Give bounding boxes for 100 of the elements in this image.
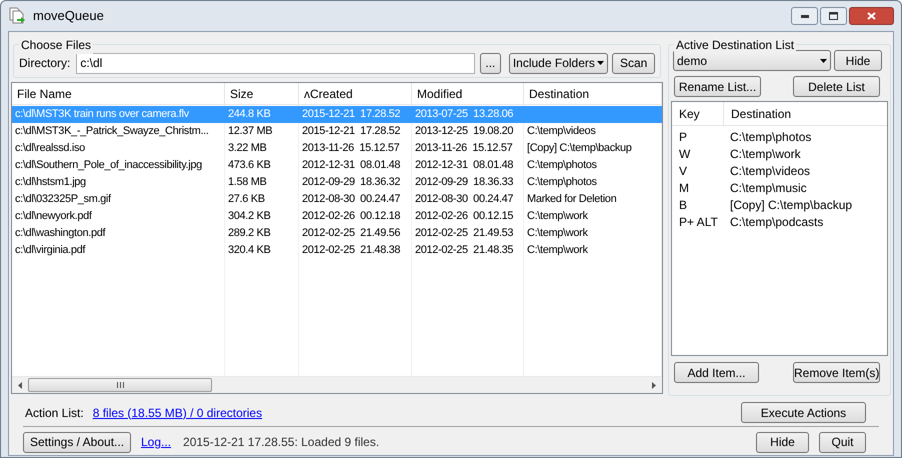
table-cell-text: 289.2 KB — [228, 226, 270, 242]
table-cell-text: 27.6 KB — [228, 192, 265, 208]
table-cell-text: c:\dl\realssd.iso — [15, 141, 85, 156]
minimize-button[interactable] — [791, 7, 818, 25]
table-cell-text: 2012-02-25 21.48.35 — [415, 243, 514, 258]
filter-dropdown[interactable]: Include Folders — [508, 52, 608, 74]
destination-cell-text: C:\temp\podcasts — [729, 214, 824, 230]
destination-cell-text: C:\temp\photos — [729, 128, 812, 146]
key-cell-text: P+ ALT — [678, 214, 719, 230]
maximize-icon — [829, 12, 838, 20]
table-cell-text: C:\temp\work — [527, 243, 588, 258]
table-cell-text: 2013-11-26 15.12.57 — [302, 141, 400, 156]
table-row[interactable]: c:\dl\virginia.pdf 320.4 KB 2012-02-25 21.48.38 2012-02-25 21.48.35 C:\temp\work — [12, 242, 662, 259]
grip-icon — [116, 382, 124, 388]
table-row[interactable]: c:\dl\newyork.pdf 304.2 KB 2012-02-26 00.12.18 2012-02-26 00.12.15 C:\temp\work — [12, 208, 662, 225]
minimize-icon — [800, 14, 808, 18]
table-cell-text: c:\dl\hstsm1.jpg — [15, 175, 86, 190]
column-header[interactable]: Modified — [412, 83, 524, 104]
table-cell-text: C:\temp\videos — [527, 124, 596, 140]
hide-button[interactable]: Hide — [834, 50, 882, 71]
scrollbar-thumb[interactable] — [28, 378, 212, 392]
horizontal-scrollbar[interactable] — [12, 376, 662, 393]
table-cell-text: 2015-12-21 17.28.52 — [302, 124, 400, 140]
execute-actions-button[interactable]: Execute Actions — [741, 402, 866, 423]
table-cell-text: c:\dl\MST3K_-_Patrick_Swayze_Christm... — [15, 124, 209, 140]
table-cell-text: 2013-11-26 15.12.57 — [415, 141, 512, 156]
column-header[interactable]: Key — [672, 102, 724, 125]
table-row[interactable]: c:\dl\hstsm1.jpg 1.58 MB 2012-09-29 18.36.32 2012-09-29 18.36.33 C:\temp\photos — [12, 174, 662, 191]
log-link[interactable]: Log... — [141, 433, 172, 451]
table-cell-text: 12.37 MB — [228, 124, 272, 140]
close-icon — [867, 12, 876, 20]
table-cell-text: c:\dl\MST3K train runs over camera.flv — [15, 107, 189, 122]
scroll-right-icon — [652, 382, 656, 388]
scroll-left-icon — [18, 382, 22, 388]
column-header[interactable]: Destination — [724, 102, 887, 125]
remove-items-button[interactable]: Remove Item(s) — [793, 362, 880, 383]
table-cell-text: 304.2 KB — [228, 209, 270, 224]
dropdown-arrow-icon — [597, 61, 604, 65]
action-summary-link[interactable]: 8 files (18.55 MB) / 0 directories — [92, 404, 262, 422]
table-cell-text: 1.58 MB — [228, 175, 267, 190]
table-cell-text: 2012-02-25 21.49.56 — [302, 226, 400, 242]
table-row[interactable]: c:\dl\realssd.iso 3.22 MB 2013-11-26 15.12.57 2013-11-26 15.12.57 [Copy] C:\temp\backup — [12, 140, 662, 157]
column-header[interactable]: Size — [225, 83, 299, 104]
table-cell-text: 2012-08-30 00.24.47 — [302, 192, 400, 208]
column-header[interactable]: File Name — [12, 83, 225, 104]
scan-button[interactable]: Scan — [612, 52, 656, 74]
directory-label: Directory: — [19, 55, 70, 72]
key-cell-text: P — [678, 128, 688, 146]
table-cell-text: c:\dl\032325P_sm.gif — [15, 192, 111, 208]
table-cell-text: C:\temp\photos — [527, 175, 597, 190]
destination-cell-text: C:\temp\work — [729, 146, 802, 162]
table-row[interactable]: c:\dl\MST3K_-_Patrick_Swayze_Christm... 12.37 MB 2015-12-21 17.28.52 2013-12-25 19.08.20 C:\temp\videos — [12, 123, 662, 140]
directory-field[interactable]: c:\dl — [76, 52, 475, 74]
table-cell-text: 2012-09-29 18.36.33 — [415, 175, 514, 190]
close-button[interactable] — [849, 7, 894, 25]
table-row[interactable]: c:\dl\Southern_Pole_of_inaccessibility.jpg 473.6 KB 2012-12-31 08.01.48 2012-12-31 08.01.48 C:\temp\photos — [12, 157, 662, 174]
table-cell-text: c:\dl\Southern_Pole_of_inaccessibility.jpg — [15, 158, 202, 174]
destination-cell-text: [Copy] C:\temp\backup — [729, 196, 854, 214]
key-cell-text: W — [678, 146, 692, 162]
table-cell-text: c:\dl\washington.pdf — [15, 226, 106, 242]
table-cell-text: C:\temp\photos — [527, 158, 597, 174]
table-cell-text: c:\dl\newyork.pdf — [15, 209, 92, 224]
browse-button[interactable]: ... — [480, 52, 501, 74]
table-cell-text: c:\dl\virginia.pdf — [15, 243, 86, 258]
maximize-button[interactable] — [820, 7, 847, 25]
add-item-button[interactable]: Add Item... — [674, 362, 759, 383]
table-cell-text: 2015-12-21 17.28.52 — [302, 107, 400, 122]
key-cell-text: V — [678, 162, 688, 180]
table-cell-text: 2012-02-26 00.12.15 — [415, 209, 514, 224]
hide-window-button[interactable]: Hide — [756, 432, 809, 452]
table-cell-text: 473.6 KB — [228, 158, 270, 174]
delete-list-button[interactable]: Delete List — [793, 76, 880, 97]
table-cell-text: [Copy] C:\temp\backup — [527, 141, 632, 156]
action-list-label: Action List: — [25, 404, 84, 422]
table-cell-text: 2013-12-25 19.08.20 — [415, 124, 514, 140]
status-text: 2015-12-21 17.28.55: Loaded 9 files. — [183, 434, 380, 451]
table-cell-text: 2012-02-25 21.49.53 — [415, 226, 514, 242]
table-cell-text: 2012-08-30 00.24.47 — [415, 192, 514, 208]
destination-cell-text: C:\temp\videos — [729, 162, 812, 180]
table-cell-text: C:\temp\work — [527, 209, 588, 224]
window-title: moveQueue — [33, 7, 104, 26]
table-cell-text: 2012-02-25 21.48.38 — [302, 243, 400, 258]
table-cell-text: Marked for Deletion — [527, 192, 616, 208]
table-cell-text: 2012-09-29 18.36.32 — [302, 175, 400, 190]
table-cell-text: 2012-02-26 00.12.18 — [302, 209, 400, 224]
quit-button[interactable]: Quit — [819, 432, 866, 452]
destination-cell-text: C:\temp\music — [729, 180, 808, 196]
column-header[interactable]: ʌCreated — [299, 83, 412, 104]
key-cell-text: M — [678, 180, 690, 196]
dropdown-arrow-icon — [820, 58, 827, 62]
table-cell-text: 244.8 KB — [228, 107, 270, 122]
table-cell-text: 2012-12-31 08.01.48 — [415, 158, 514, 174]
settings-button[interactable]: Settings / About... — [23, 432, 131, 452]
rename-list-button[interactable]: Rename List... — [674, 76, 761, 97]
app-icon — [9, 7, 25, 25]
table-row[interactable]: c:\dl\032325P_sm.gif 27.6 KB 2012-08-30 00.24.47 2012-08-30 00.24.47 Marked for Deletion — [12, 191, 662, 208]
table-row[interactable]: c:\dl\washington.pdf 289.2 KB 2012-02-25 21.49.56 2012-02-25 21.49.53 C:\temp\work — [12, 225, 662, 242]
table-cell-text: C:\temp\work — [527, 226, 588, 242]
table-cell-text: 2012-12-31 08.01.48 — [302, 158, 400, 174]
column-header[interactable]: Destination — [524, 83, 662, 104]
